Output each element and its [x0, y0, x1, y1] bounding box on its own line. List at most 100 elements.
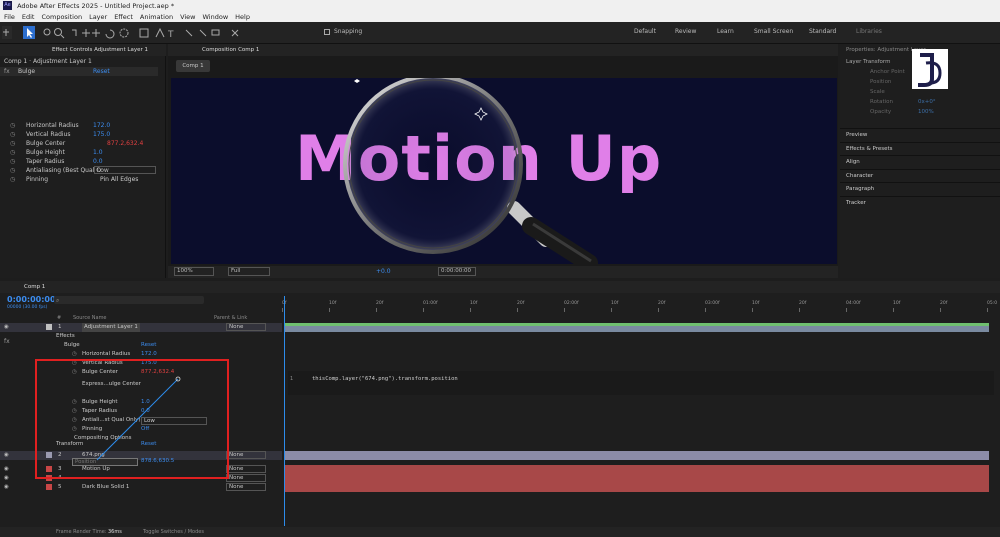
effect-prop-label: Bulge Height	[26, 149, 65, 156]
stopwatch-icon[interactable]: ◷	[10, 166, 15, 175]
layer-bar[interactable]	[285, 474, 989, 483]
stopwatch-icon[interactable]: ◷	[10, 130, 15, 139]
workspace-libraries[interactable]: Libraries	[856, 28, 882, 35]
ruler-tick	[752, 308, 753, 312]
effect-prop-value[interactable]: 1.0	[93, 148, 103, 157]
expression-editor[interactable]: 1 thisComp.layer("674.png").transform.po…	[288, 371, 994, 395]
workspace-learn[interactable]: Learn	[717, 28, 734, 35]
menu-item-window[interactable]: Window	[203, 13, 229, 21]
menu-item-help[interactable]: Help	[235, 13, 250, 21]
resolution-select[interactable]: Full	[228, 267, 270, 276]
frame-render-label: Frame Render Time:	[56, 529, 107, 535]
ruler-tick-label: 20f	[376, 301, 384, 306]
effect-prop-value[interactable]: 0.0	[93, 157, 103, 166]
property-value[interactable]: 0x+0°	[918, 99, 936, 105]
stopwatch-icon[interactable]: ◷	[10, 148, 15, 157]
window-title: Adobe After Effects 2025 - Untitled Proj…	[17, 2, 175, 10]
logo	[912, 49, 948, 89]
property-label: Anchor Point	[870, 69, 905, 75]
ruler-tick	[564, 308, 565, 312]
property-value[interactable]: 100%	[918, 109, 934, 115]
ruler-tick	[893, 308, 894, 312]
frame-render-value: 36ms	[108, 529, 122, 535]
workspace-default[interactable]: Default	[634, 28, 656, 35]
ruler-tick-label: 20f	[799, 301, 807, 306]
properties-panel: Properties: Adjustment Layer Layer Trans…	[840, 44, 1000, 278]
effect-prop-value[interactable]: Low	[94, 166, 156, 174]
comp-tab[interactable]: Comp 1	[176, 60, 210, 72]
effect-controls-header: Comp 1 · Adjustment Layer 1	[4, 58, 92, 65]
time-ruler[interactable]: 0f10f20f01:00f10f20f02:00f10f20f03:00f10…	[282, 299, 997, 319]
toggle-switches-modes[interactable]: Toggle Switches / Modes	[143, 529, 204, 535]
menu-item-effect[interactable]: Effect	[114, 13, 133, 21]
exposure-value[interactable]: +0.0	[376, 268, 391, 275]
panel-character[interactable]: Character	[840, 168, 1000, 182]
menu-item-file[interactable]: File	[4, 13, 15, 21]
menu-item-layer[interactable]: Layer	[89, 13, 107, 21]
layer-transform-label: Layer Transform	[846, 59, 891, 65]
layer-bar[interactable]	[285, 483, 989, 492]
ruler-tick	[705, 308, 706, 312]
effect-controls-tab[interactable]: Effect Controls Adjustment Layer 1	[52, 47, 148, 53]
menu-item-composition[interactable]: Composition	[41, 13, 82, 21]
layer-bar[interactable]	[285, 465, 989, 474]
comp-timecode[interactable]: 0:00:00:00	[438, 267, 476, 276]
snapping-checkbox[interactable]	[324, 29, 330, 35]
effect-prop-value[interactable]: Pin All Edges	[100, 175, 138, 184]
effect-prop-label: Vertical Radius	[26, 131, 71, 138]
expression-text: thisComp.layer("674.png").transform.posi…	[312, 376, 458, 382]
stopwatch-icon[interactable]: ◷	[10, 139, 15, 148]
menu-item-edit[interactable]: Edit	[22, 13, 35, 21]
comp-viewer[interactable]: Motion Up	[171, 78, 837, 264]
effect-prop-value[interactable]: 877.2,632.4	[107, 139, 143, 148]
snapping-label: Snapping	[334, 28, 363, 35]
ruler-tick	[517, 308, 518, 312]
effect-prop-row: ◷ Antialiasing (Best Qual O Low	[4, 166, 162, 175]
composition-panel-label[interactable]: Composition Comp 1	[202, 47, 259, 53]
title-bar: Ae Adobe After Effects 2025 - Untitled P…	[0, 0, 1000, 12]
menu-item-view[interactable]: View	[180, 13, 195, 21]
property-label: Scale	[870, 89, 885, 95]
ruler-tick-label: 20f	[658, 301, 666, 306]
ruler-tick	[470, 308, 471, 312]
sparkle-icon	[354, 79, 360, 83]
workspace-standard[interactable]: Standard	[809, 28, 836, 35]
panel-align[interactable]: Align	[840, 155, 1000, 168]
zoom-select[interactable]: 100%	[174, 267, 214, 276]
effect-prop-label: Antialiasing (Best Qual O	[26, 167, 101, 174]
panel-paragraph[interactable]: Paragraph	[840, 182, 1000, 195]
stopwatch-icon[interactable]: ◷	[10, 121, 15, 130]
panel-preview[interactable]: Preview	[840, 128, 1000, 141]
ruler-tick-label: 02:00f	[564, 301, 579, 306]
ruler-tick-label: 20f	[940, 301, 948, 306]
effect-prop-row: ◷ Taper Radius 0.0	[4, 157, 162, 166]
stopwatch-icon[interactable]: ◷	[10, 157, 15, 166]
toolbar: T Snapping Default Review Learn Small Scree…	[0, 22, 1000, 44]
effect-prop-label: Pinning	[26, 176, 49, 183]
effect-prop-row: ◷ Bulge Center 877.2,632.4	[4, 139, 162, 148]
layer-bar[interactable]	[285, 451, 989, 460]
panel-tracker[interactable]: Tracker	[840, 195, 1000, 209]
ruler-tick	[423, 308, 424, 312]
ruler-tick-label: 10f	[893, 301, 901, 306]
effect-reset-link[interactable]: Reset	[93, 68, 110, 75]
app-icon: Ae	[3, 1, 12, 10]
ruler-tick	[329, 308, 330, 312]
effect-prop-value[interactable]: 172.0	[93, 121, 110, 130]
pick-whip-line	[96, 376, 181, 461]
layer-bar[interactable]	[285, 323, 989, 332]
timeline-panel: Comp 1 0:00:00:00 00000 (30.00 fps) ⌕ # …	[0, 281, 1000, 537]
ruler-tick	[611, 308, 612, 312]
workspace-small-screen[interactable]: Small Screen	[754, 28, 793, 35]
effect-prop-value[interactable]: 175.0	[93, 130, 110, 139]
property-label: Rotation	[870, 99, 894, 105]
panel-effects-presets[interactable]: Effects & Presets	[840, 141, 1000, 155]
effect-prop-row: ◷ Horizontal Radius 172.0	[4, 121, 162, 130]
svg-text:T: T	[167, 30, 174, 40]
ruler-tick	[846, 308, 847, 312]
menu-item-animation[interactable]: Animation	[140, 13, 173, 21]
effect-prop-label: Bulge Center	[26, 140, 66, 147]
ruler-tick-label: 01:00f	[423, 301, 438, 306]
workspace-review[interactable]: Review	[675, 28, 696, 35]
stopwatch-icon[interactable]: ◷	[10, 175, 15, 184]
